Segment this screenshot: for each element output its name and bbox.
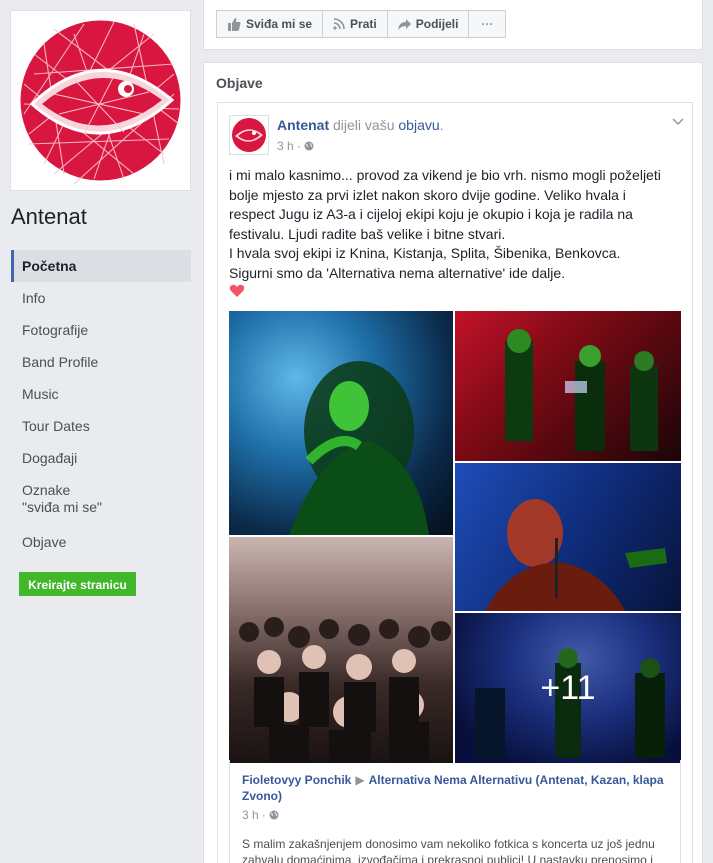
caret-right-icon: ▶ <box>355 773 365 787</box>
photo-1[interactable] <box>229 311 453 535</box>
nav-item-events[interactable]: Događaji <box>11 442 191 474</box>
nav-item-posts[interactable]: Objave <box>11 526 191 558</box>
share-label: Podijeli <box>415 17 459 31</box>
photo-3[interactable] <box>455 463 681 611</box>
shared-post-header: Fioletovyy Ponchik ▶ Alternativa Nema Alte… <box>242 772 668 804</box>
nav-item-likes[interactable]: Oznake "sviđa mi se" <box>11 474 191 526</box>
posts-panel: Objave Antenat dijeli vašu objavu. 3 h ·… <box>203 62 703 863</box>
nav-item-tour-dates[interactable]: Tour Dates <box>11 410 191 442</box>
thumbs-up-icon <box>228 17 241 31</box>
shared-timestamp[interactable]: 3 h <box>242 808 259 822</box>
photo-grid: +11 <box>229 311 681 763</box>
post-text-line: i mi malo kasnimo... provod za vikend je… <box>229 167 661 183</box>
post-header: Antenat dijeli vašu objavu. <box>277 117 444 133</box>
post-text-line: festivalu. Ljudi radite baš velike i bit… <box>229 225 506 242</box>
shared-author-link[interactable]: Fioletovyy Ponchik <box>242 773 351 787</box>
shared-post: Fioletovyy Ponchik ▶ Alternativa Nema Alte… <box>229 760 681 863</box>
post-text-line: I hvala svoj ekipi iz Knina, Kistanja, S… <box>229 245 621 261</box>
heart-emoji-icon <box>229 284 245 297</box>
create-page-button[interactable]: Kreirajte stranicu <box>19 572 136 596</box>
posts-section-title: Objave <box>216 75 263 91</box>
post-text-line: Sigurni smo da 'Alternativa nema alterna… <box>229 264 566 281</box>
post-timestamp[interactable]: 3 h <box>277 139 294 153</box>
post-meta: 3 h · <box>277 139 314 153</box>
post-text: i mi malo kasnimo... provod za vikend je… <box>229 166 679 283</box>
nav-item-info[interactable]: Info <box>11 282 191 314</box>
photo-5[interactable]: +11 <box>455 613 681 763</box>
globe-icon[interactable] <box>269 810 279 820</box>
profile-picture[interactable] <box>10 10 191 191</box>
globe-icon[interactable] <box>304 141 314 151</box>
antenat-logo-small <box>232 118 266 152</box>
photo-2[interactable] <box>455 311 681 461</box>
follow-label: Prati <box>350 17 377 31</box>
post-options-chevron-icon[interactable] <box>672 115 684 129</box>
share-arrow-icon <box>397 18 411 30</box>
page-nav: Početna Info Fotografije Band Profile Mu… <box>11 250 191 558</box>
share-button[interactable]: Podijeli <box>386 10 470 38</box>
nav-item-music[interactable]: Music <box>11 378 191 410</box>
like-button[interactable]: Sviđa mi se <box>216 10 324 38</box>
rss-icon <box>333 18 345 30</box>
post-text-line: bolje mjesto za prvi izlet nakon skoro d… <box>229 186 626 203</box>
nav-item-band-profile[interactable]: Band Profile <box>11 346 191 378</box>
nav-item-photos[interactable]: Fotografije <box>11 314 191 346</box>
post-card: Antenat dijeli vašu objavu. 3 h · i mi m… <box>217 102 693 863</box>
post-verb: dijeli vašu <box>333 117 395 133</box>
antenat-logo <box>20 20 181 185</box>
like-label: Sviđa mi se <box>246 17 313 31</box>
post-author-link[interactable]: Antenat <box>277 117 329 133</box>
follow-button[interactable]: Prati <box>322 10 388 38</box>
post-object-link[interactable]: objavu <box>398 117 439 133</box>
more-button[interactable]: ··· <box>468 10 507 38</box>
action-buttons: Sviđa mi se Prati Podijeli ··· <box>216 10 507 38</box>
shared-post-text: S malim zakašnjenjem donosimo vam nekoli… <box>242 837 655 863</box>
more-photos-count[interactable]: +11 <box>455 613 681 763</box>
post-author-avatar[interactable] <box>229 115 269 155</box>
shared-post-meta: 3 h · <box>242 808 668 822</box>
photo-4[interactable] <box>229 537 453 763</box>
page-name[interactable]: Antenat <box>11 204 87 230</box>
nav-item-home[interactable]: Početna <box>11 250 191 282</box>
action-bar: Sviđa mi se Prati Podijeli ··· <box>203 0 703 50</box>
post-text-line: respect Jugu iz A3-a i cijeloj ekipi koj… <box>229 206 633 222</box>
left-column: Antenat Početna Info Fotografije Band Pr… <box>0 0 203 863</box>
